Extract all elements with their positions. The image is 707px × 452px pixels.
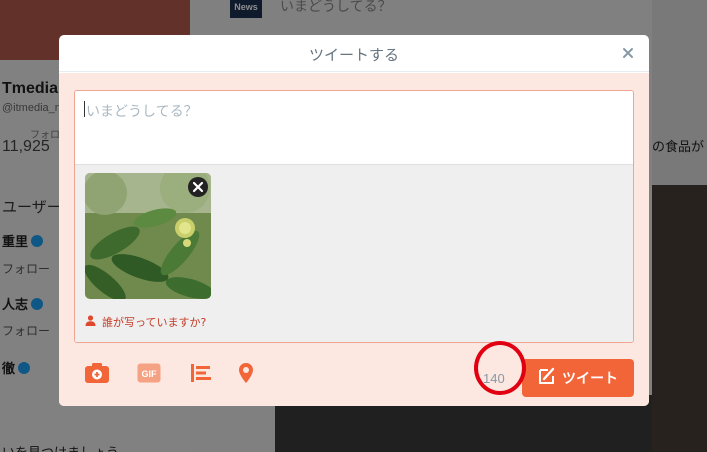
close-icon[interactable] [621,45,635,59]
tweet-button[interactable]: ツイート [522,359,634,397]
remove-media-icon[interactable] [188,177,208,197]
tag-people-label: 誰が写っていますか? [102,316,207,329]
dialog-body: いまどうしてる？ 誰が写っていますか? GIF 140 ツイート [59,73,649,406]
location-icon[interactable] [233,360,259,386]
poll-icon[interactable] [188,360,214,386]
tweet-text-input[interactable]: いまどうしてる？ [75,91,633,163]
camera-icon[interactable] [84,360,110,386]
tweet-dialog: ツイートする いまどうしてる？ 誰が写っていますか? GIF 140 ツイート [59,35,649,406]
attached-photo[interactable] [85,173,211,299]
tweet-placeholder: いまどうしてる？ [86,104,198,120]
gif-icon[interactable]: GIF [136,360,162,386]
annotation-circle [474,341,526,395]
compose-toolbar: GIF 140 ツイート [59,343,649,406]
dialog-title: ツイートする [308,46,399,64]
dialog-header: ツイートする [59,35,649,72]
person-icon [85,315,96,329]
tag-people-link[interactable]: 誰が写っていますか? [85,314,206,330]
tweet-button-label: ツイート [562,371,618,387]
gif-label: GIF [142,369,158,379]
text-caret [84,101,85,117]
media-attachments: 誰が写っていますか? [75,164,633,342]
compose-box: いまどうしてる？ 誰が写っていますか? [74,90,634,343]
compose-icon [538,367,556,389]
